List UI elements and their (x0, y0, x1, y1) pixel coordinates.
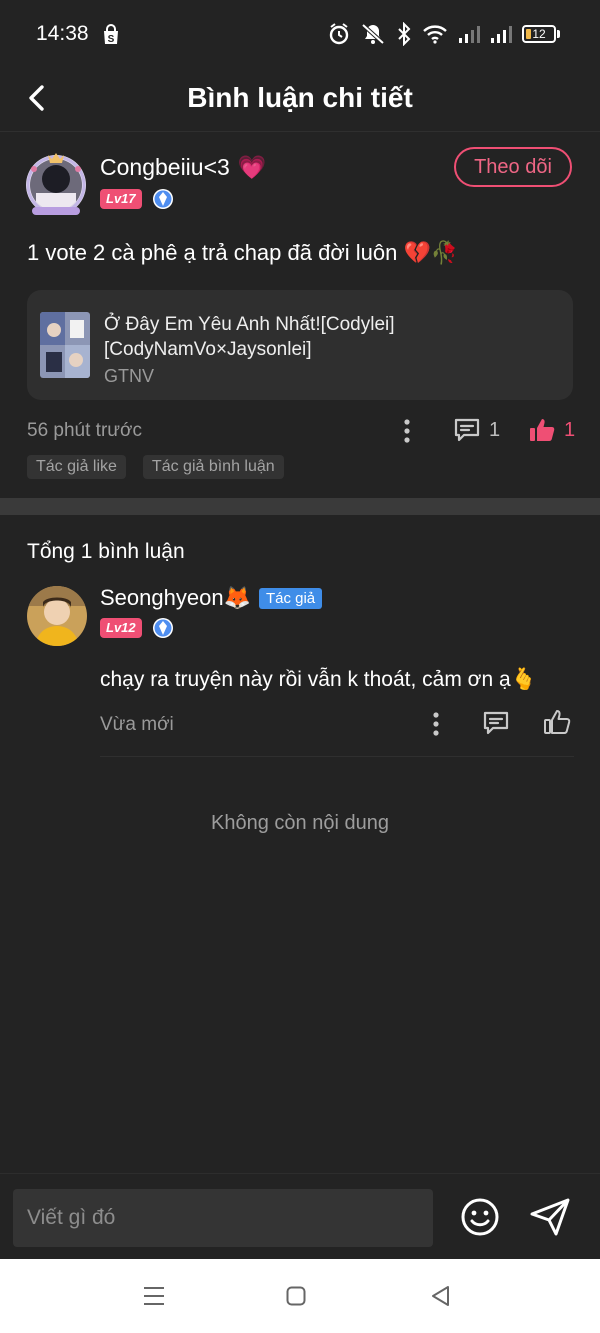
end-of-content: Không còn nội dung (211, 812, 389, 834)
emoji-icon[interactable] (459, 1196, 501, 1238)
username-text: Congbeiiu<3 (100, 154, 230, 180)
section-divider (0, 498, 600, 515)
verified-icon (152, 618, 173, 638)
comment-username-text: Seonghyeon🦊 (100, 585, 251, 610)
battery-level: 12 (532, 27, 546, 41)
book-author: GTNV (104, 366, 155, 386)
heart-emoji: 💗 (237, 154, 267, 180)
header: Bình luận chi tiết (0, 68, 600, 132)
recent-apps-icon[interactable] (143, 1286, 165, 1306)
post-text: 1 vote 2 cà phê ạ trả chap đã đời luôn 💔… (27, 240, 459, 265)
signal-icon (491, 26, 512, 43)
battery-icon: 12 (522, 25, 560, 43)
post: Congbeiiu<3 💗 Lv17 Theo dõi 1 vote 2 cà … (0, 133, 600, 498)
comments-total: Tổng 1 bình luận (27, 540, 185, 563)
comment-count: 1 (489, 418, 501, 441)
book-card[interactable]: Ở Đây Em Yêu Anh Nhất![Codylei][CodyNamV… (27, 290, 573, 400)
more-options-icon[interactable] (400, 418, 414, 444)
like-count: 1 (564, 418, 576, 441)
alarm-icon (329, 23, 349, 45)
system-nav-bar (0, 1259, 600, 1333)
reply-icon[interactable] (482, 709, 510, 737)
thumbs-up-icon (530, 419, 555, 441)
post-time: 56 phút trước (27, 420, 142, 441)
comment-badges: Lv12 (100, 617, 174, 639)
comment-input[interactable] (13, 1189, 433, 1247)
comment-time: Vừa mới (100, 714, 174, 735)
book-title: Ở Đây Em Yêu Anh Nhất![Codylei][CodyNamV… (104, 314, 395, 360)
follow-button[interactable]: Theo dõi (454, 147, 572, 187)
mute-icon (361, 23, 385, 45)
comment-icon (454, 418, 480, 442)
comment-text: chạy ra truyện này rồi vẫn k thoát, cảm … (100, 668, 537, 691)
status-time: 14:38 (36, 22, 89, 45)
signal-icon (459, 26, 480, 43)
screen: 14:38 S 12 Bình luận chi tiết Congbeiiu<… (0, 0, 600, 1333)
book-cover (40, 312, 90, 378)
send-icon[interactable] (528, 1196, 572, 1238)
tag-author-comment: Tác giả bình luận (142, 455, 284, 479)
comment-divider (100, 756, 574, 757)
home-icon[interactable] (286, 1286, 306, 1306)
avatar[interactable] (22, 149, 90, 221)
page-title: Bình luận chi tiết (187, 82, 413, 113)
post-tags: Tác giả like Tác giả bình luận (27, 455, 284, 479)
nav-back-icon[interactable] (430, 1285, 452, 1307)
comment-avatar[interactable] (27, 586, 87, 646)
post-username[interactable]: Congbeiiu<3 💗 (100, 154, 266, 181)
bluetooth-icon (398, 22, 411, 46)
author-tag: Tác giả (258, 587, 323, 609)
comment-button[interactable]: 1 (453, 416, 500, 444)
post-badges: Lv17 (100, 188, 174, 210)
tag-author-like: Tác giả like (27, 455, 126, 479)
comment-username[interactable]: Seonghyeon🦊 Tác giả (100, 585, 323, 611)
status-bar: 14:38 S 12 (0, 0, 600, 68)
shop-bag-icon: S (104, 24, 118, 45)
comment-input-bar (0, 1173, 600, 1259)
more-options-icon[interactable] (429, 711, 443, 737)
thumbs-up-icon[interactable] (542, 707, 572, 737)
status-icons: 12 (328, 22, 560, 46)
svg-text:S: S (108, 34, 115, 45)
level-badge: Lv17 (100, 189, 142, 209)
verified-icon (152, 189, 173, 209)
comment-level-badge: Lv12 (100, 618, 142, 638)
wifi-icon (423, 25, 447, 44)
like-button[interactable]: 1 (528, 416, 575, 444)
